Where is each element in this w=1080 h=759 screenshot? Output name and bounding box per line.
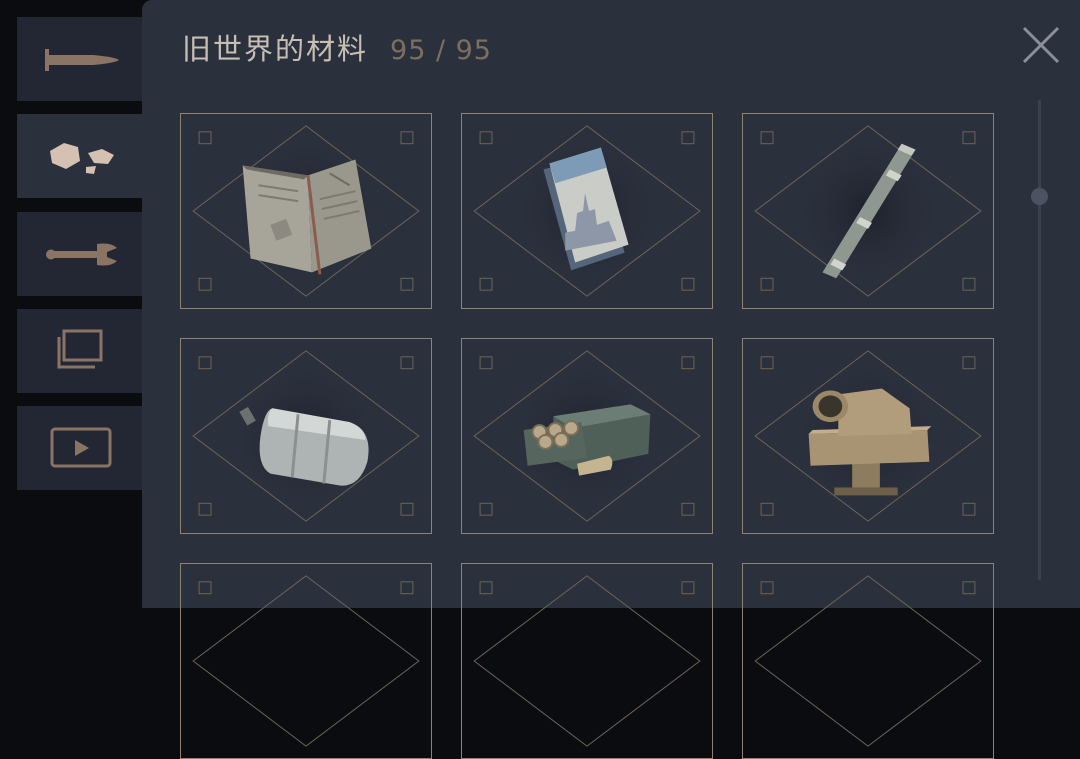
item-card-ammo-box[interactable] [461, 338, 713, 534]
item-card-book[interactable] [180, 113, 432, 309]
ammo-box-icon [523, 404, 651, 476]
card-frame [754, 575, 982, 747]
metal-rod-icon [822, 143, 916, 279]
item-card-metal-rod[interactable] [742, 113, 994, 309]
periscope-icon [808, 388, 932, 496]
tab-tools[interactable] [17, 212, 145, 296]
bullet-icon [45, 49, 119, 71]
close-icon [1022, 26, 1060, 64]
item-card-unknown-1[interactable] [180, 563, 432, 759]
scrollbar-track[interactable] [1038, 100, 1041, 580]
item-card-unknown-3[interactable] [742, 563, 994, 759]
sidebar [0, 0, 147, 608]
postcard-icon [543, 147, 629, 271]
tab-videos[interactable] [17, 406, 145, 490]
panel-header: 旧世界的材料 95 / 95 [182, 26, 492, 68]
wrench-icon [46, 243, 117, 266]
item-card-unknown-2[interactable] [461, 563, 713, 759]
card-frame [192, 575, 420, 747]
materials-panel: 旧世界的材料 95 / 95 [142, 0, 1080, 759]
tab-gallery[interactable] [17, 309, 145, 393]
video-icon [50, 427, 112, 468]
collection-count: 95 / 95 [390, 35, 492, 66]
item-card-periscope[interactable] [742, 338, 994, 534]
book-icon [242, 159, 372, 275]
panel-title: 旧世界的材料 [182, 32, 369, 66]
tab-materials[interactable] [17, 114, 147, 198]
gas-canister-icon [239, 406, 369, 486]
materials-icon [50, 143, 114, 174]
item-card-postcard[interactable] [461, 113, 713, 309]
card-frame [473, 575, 701, 747]
tab-ammo[interactable] [17, 17, 145, 101]
scrollbar-thumb[interactable] [1031, 188, 1048, 205]
gallery-icon [57, 329, 103, 369]
item-card-gas-canister[interactable] [180, 338, 432, 534]
close-button[interactable] [1020, 24, 1062, 66]
